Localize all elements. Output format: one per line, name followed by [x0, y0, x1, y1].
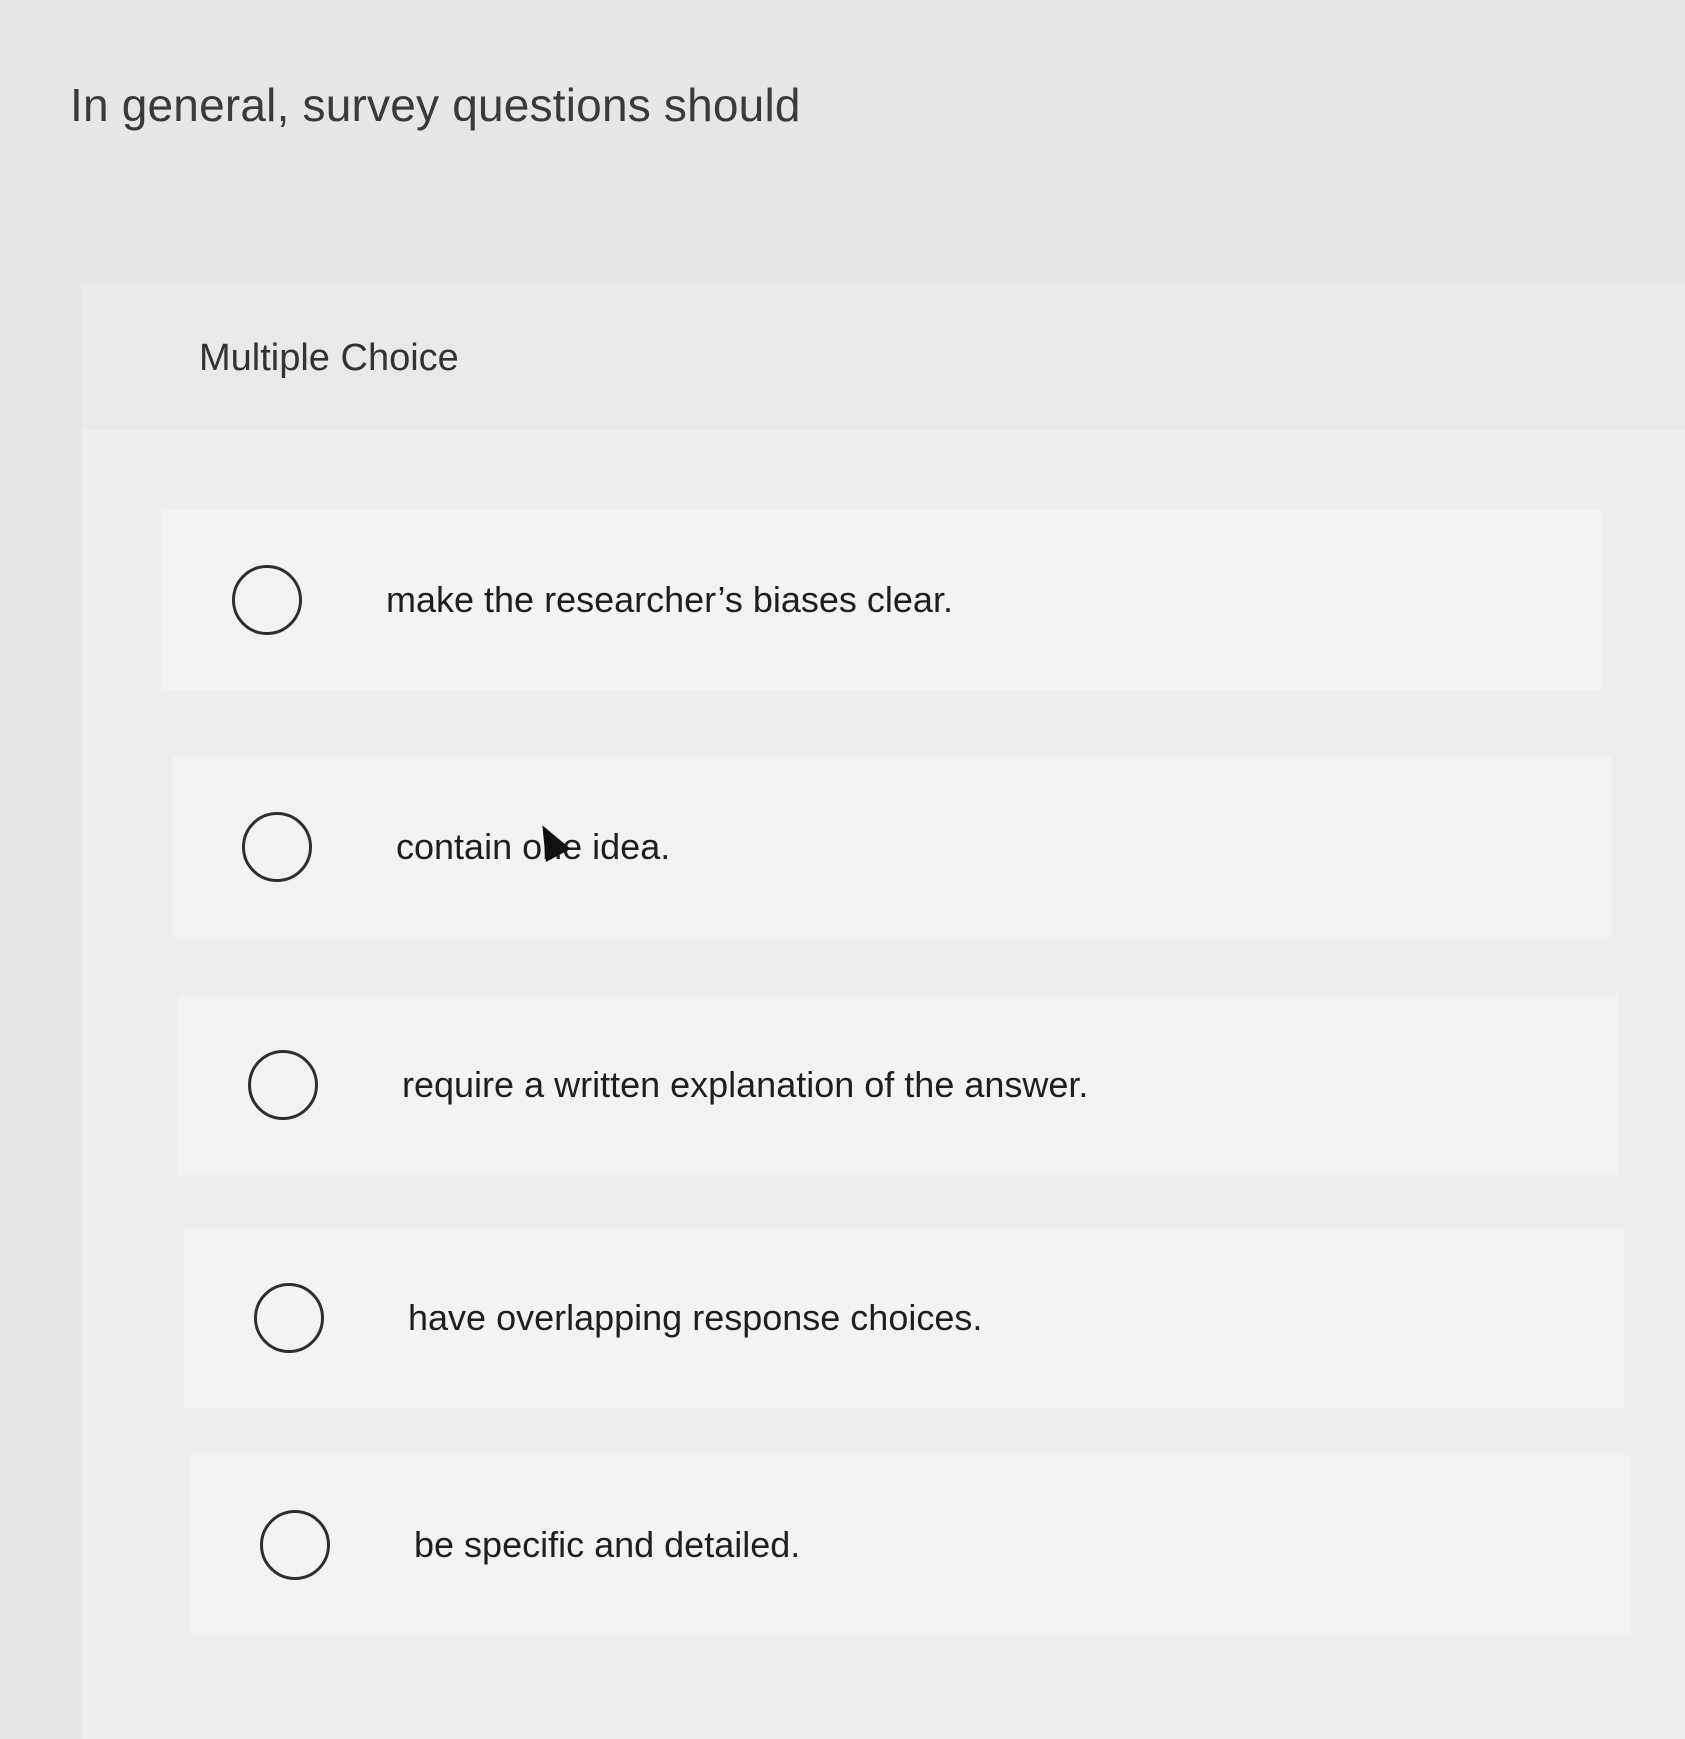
option-e[interactable]: be specific and detailed. [190, 1455, 1630, 1635]
option-label: have overlapping response choices. [408, 1297, 983, 1338]
option-label: require a written explanation of the ans… [402, 1064, 1089, 1105]
option-label: make the researcher’s biases clear. [386, 579, 953, 620]
option-label: be specific and detailed. [414, 1524, 801, 1565]
option-c[interactable]: require a written explanation of the ans… [178, 995, 1618, 1175]
multiple-choice-panel: Multiple Choice make the researcher’s bi… [82, 285, 1685, 1739]
option-a[interactable]: make the researcher’s biases clear. [162, 510, 1602, 690]
option-b[interactable]: contain one idea. [172, 757, 1612, 937]
radio-button[interactable] [260, 1510, 330, 1580]
radio-button[interactable] [242, 812, 312, 882]
option-d[interactable]: have overlapping response choices. [184, 1228, 1624, 1408]
radio-button[interactable] [254, 1283, 324, 1353]
options-list: make the researcher’s biases clear. cont… [82, 285, 1685, 1739]
radio-button[interactable] [248, 1050, 318, 1120]
radio-button[interactable] [232, 565, 302, 635]
question-text: In general, survey questions should [70, 79, 801, 131]
